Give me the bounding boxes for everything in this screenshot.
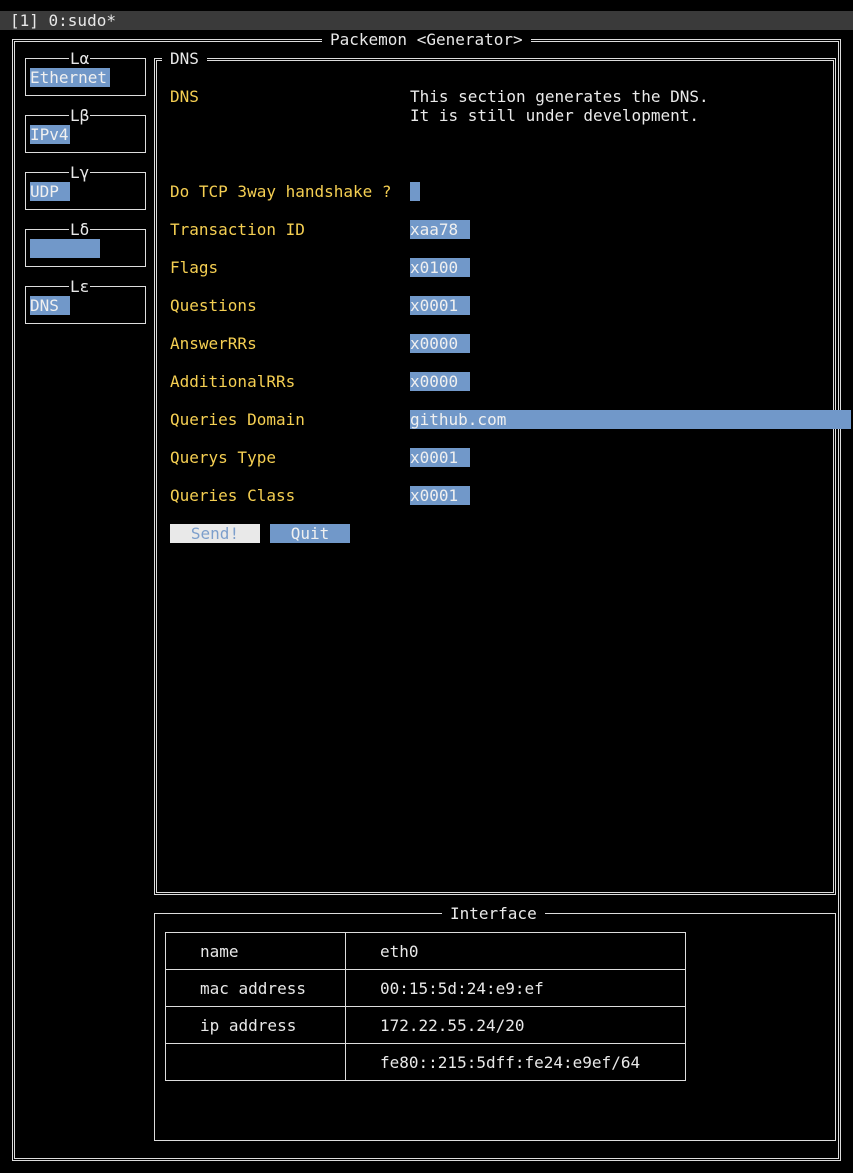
- field-label-answer-rrs: AnswerRRs: [170, 334, 257, 353]
- field-label-queries-class: Queries Class: [170, 486, 296, 505]
- tmux-status-bar: [1] 0:sudo*: [0, 11, 853, 30]
- quit-button[interactable]: Quit: [270, 524, 350, 543]
- dns-description-line2: It is still under development.: [410, 106, 699, 125]
- layer-label-delta: Lδ: [69, 220, 91, 239]
- interface-value-ipv4: 172.22.55.24/20: [345, 1006, 686, 1044]
- dns-description-line1: This section generates the DNS.: [410, 87, 709, 106]
- field-label-queries-domain: Queries Domain: [170, 410, 305, 429]
- field-label-querys-type: Querys Type: [170, 448, 276, 467]
- layer-value-ethernet[interactable]: Ethernet: [30, 68, 110, 87]
- layer-label-gamma: Lγ: [69, 163, 91, 182]
- field-input-questions[interactable]: x0001: [410, 296, 470, 315]
- interface-key-ip: ip address: [165, 1006, 346, 1044]
- interface-row: ip address 172.22.55.24/20: [165, 1006, 686, 1044]
- send-button[interactable]: Send!: [170, 524, 260, 543]
- interface-key-empty: [165, 1043, 346, 1081]
- app-title: Packemon <Generator>: [322, 30, 531, 49]
- layer-value-udp[interactable]: UDP: [30, 182, 70, 201]
- layer-value-empty[interactable]: [30, 239, 100, 258]
- interface-value-name: eth0: [345, 932, 686, 970]
- interface-key-mac: mac address: [165, 969, 346, 1007]
- interface-table: name eth0 mac address 00:15:5d:24:e9:ef …: [165, 932, 686, 1081]
- dns-panel-title: DNS: [162, 49, 207, 68]
- field-input-querys-type[interactable]: x0001: [410, 448, 470, 467]
- field-input-additional-rrs[interactable]: x0000: [410, 372, 470, 391]
- interface-key-name: name: [165, 932, 346, 970]
- layer-label-beta: Lβ: [69, 106, 91, 125]
- interface-row: fe80::215:5dff:fe24:e9ef/64: [165, 1043, 686, 1081]
- status-bar-text: [1] 0:sudo*: [10, 11, 116, 30]
- layer-label-epsilon: Lε: [69, 277, 91, 296]
- field-input-transaction-id[interactable]: xaa78: [410, 220, 470, 239]
- interface-row: mac address 00:15:5d:24:e9:ef: [165, 969, 686, 1007]
- interface-row: name eth0: [165, 932, 686, 970]
- tcp-handshake-checkbox[interactable]: [410, 182, 420, 201]
- field-label-additional-rrs: AdditionalRRs: [170, 372, 296, 391]
- interface-panel-title: Interface: [442, 904, 545, 923]
- interface-value-mac: 00:15:5d:24:e9:ef: [345, 969, 686, 1007]
- field-label-transaction-id: Transaction ID: [170, 220, 305, 239]
- interface-value-ipv6: fe80::215:5dff:fe24:e9ef/64: [345, 1043, 686, 1081]
- field-input-answer-rrs[interactable]: x0000: [410, 334, 470, 353]
- layer-value-dns[interactable]: DNS: [30, 296, 70, 315]
- field-input-queries-class[interactable]: x0001: [410, 486, 470, 505]
- tcp-handshake-label: Do TCP 3way handshake ?: [170, 182, 392, 201]
- dns-section-label: DNS: [170, 87, 199, 106]
- field-label-flags: Flags: [170, 258, 219, 277]
- layer-value-ipv4[interactable]: IPv4: [30, 125, 70, 144]
- field-label-questions: Questions: [170, 296, 257, 315]
- field-input-flags[interactable]: x0100: [410, 258, 470, 277]
- field-input-queries-domain[interactable]: github.com: [410, 410, 851, 429]
- layer-label-alpha: Lα: [69, 49, 91, 68]
